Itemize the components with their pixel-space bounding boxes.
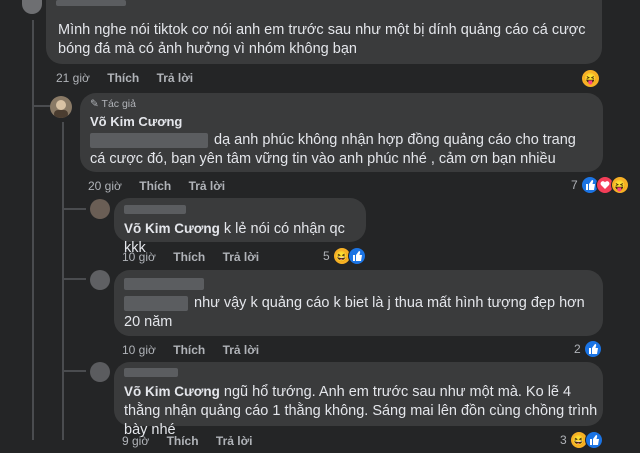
comment-bubble: Võ Kim Cương k lẻ nói có nhận qc kkk (114, 198, 366, 256)
thread-connector (62, 278, 86, 280)
reaction-summary[interactable]: 5 😆 (323, 247, 366, 265)
reply-button[interactable]: Trả lời (157, 71, 194, 85)
comment-text: Võ Kim Cương ngũ hổ tướng. Anh em trước … (124, 384, 598, 438)
like-button[interactable]: Thích (139, 179, 171, 193)
reaction-summary[interactable]: 3 😆 (560, 431, 603, 449)
reaction-summary[interactable]: 7 😝 (571, 176, 629, 194)
thread-connector (62, 370, 86, 372)
thread-connector (32, 105, 50, 107)
reply-button[interactable]: Trả lời (223, 343, 260, 357)
comment-author[interactable]: Võ Kim Cương (90, 114, 182, 129)
blurred-name (124, 368, 178, 377)
like-emoji-icon (347, 247, 366, 265)
comment-time[interactable]: 20 giờ (88, 179, 122, 193)
thread-line (62, 122, 64, 440)
comment-actions: 20 giờ Thích Trả lời (88, 179, 239, 193)
blurred-mention (124, 295, 188, 311)
comment-actions: 10 giờ Thích Trả lời (122, 250, 273, 264)
blurred-name (56, 0, 126, 6)
like-button[interactable]: Thích (167, 434, 199, 448)
comment-text: dạ anh phúc không nhận hợp đồng quảng cá… (90, 132, 576, 167)
like-emoji-icon (584, 431, 603, 449)
reaction-count: 2 (574, 342, 581, 356)
comment-time[interactable]: 21 giờ (56, 71, 90, 85)
comment-actions: 21 giờ Thích Trả lời (56, 71, 207, 85)
comment-time[interactable]: 10 giờ (122, 343, 156, 357)
haha-emoji-icon: 😝 (610, 176, 629, 194)
mention-link[interactable]: Võ Kim Cương (124, 384, 220, 399)
comment-bubble: như vậy k quảng cáo k biet là j thua mất… (114, 270, 603, 336)
haha-emoji-icon: 😝 (581, 69, 600, 88)
mention-link[interactable]: Võ Kim Cương (124, 221, 220, 236)
reply-button[interactable]: Trả lời (189, 179, 226, 193)
reply-button[interactable]: Trả lời (216, 434, 253, 448)
pencil-icon: ✎ (90, 98, 99, 110)
reaction-count: 5 (323, 249, 330, 263)
thread-line (32, 20, 34, 440)
avatar-photo-icon (54, 100, 68, 118)
author-badge: ✎ Tác giả (90, 98, 136, 110)
blurred-name (124, 205, 186, 214)
blurred-mention (90, 132, 208, 148)
thread-connector (62, 208, 86, 210)
comment-bubble: ✎ Tác giả Võ Kim Cương dạ anh phúc không… (80, 93, 603, 172)
comment-text: Mình nghe nói tiktok cơ nói anh em trước… (58, 22, 586, 57)
like-button[interactable]: Thích (173, 250, 205, 264)
avatar[interactable] (90, 199, 110, 219)
like-button[interactable]: Thích (173, 343, 205, 357)
blurred-name (124, 278, 204, 290)
comment-actions: 9 giờ Thích Trả lời (122, 434, 266, 448)
like-button[interactable]: Thích (107, 71, 139, 85)
comment-text: như vậy k quảng cáo k biet là j thua mất… (124, 295, 585, 330)
comment-bubble: Mình nghe nói tiktok cơ nói anh em trước… (46, 0, 602, 64)
comment-time[interactable]: 10 giờ (122, 250, 156, 264)
like-emoji-icon (583, 340, 602, 358)
comment-bubble: Võ Kim Cương ngũ hổ tướng. Anh em trước … (114, 362, 603, 438)
comment-actions: 10 giờ Thích Trả lời (122, 343, 273, 357)
reaction-summary[interactable]: 😝 (581, 69, 600, 88)
comment-time[interactable]: 9 giờ (122, 434, 149, 448)
avatar[interactable] (90, 362, 110, 382)
reaction-summary[interactable]: 2 (574, 340, 602, 358)
reply-button[interactable]: Trả lời (223, 250, 260, 264)
avatar[interactable] (90, 270, 110, 290)
reaction-count: 7 (571, 178, 578, 192)
author-avatar[interactable] (50, 96, 72, 118)
reaction-count: 3 (560, 433, 567, 447)
avatar[interactable] (22, 0, 42, 14)
